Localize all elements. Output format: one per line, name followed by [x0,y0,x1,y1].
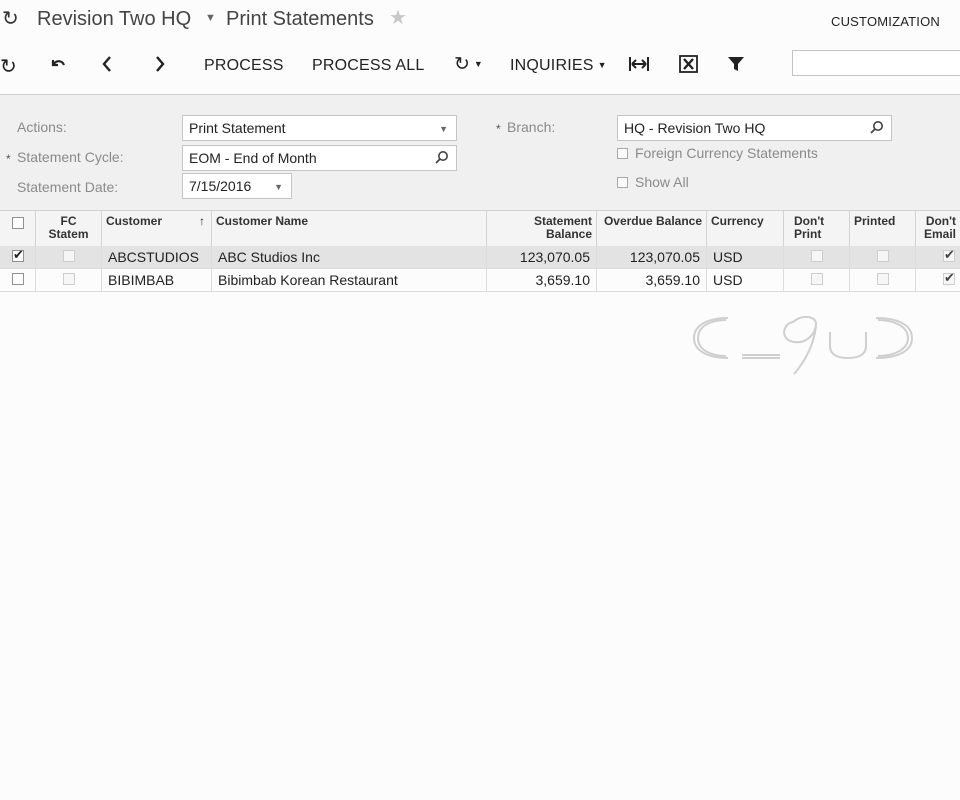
customer-name-cell: ABC Studios Inc [212,246,487,269]
required-marker: * [496,122,501,136]
foreign-currency-label: Foreign Currency Statements [635,145,818,161]
filter-form: Actions: Print Statement ▼ * Statement C… [0,94,960,211]
actions-value: Print Statement [189,120,286,136]
select-all-checkbox[interactable] [12,217,24,229]
chevron-down-icon: ▼ [274,182,283,192]
statement-date-picker[interactable]: 7/15/2016 ▼ [182,173,292,199]
fc-statement-checkbox [63,250,75,262]
currency-cell: USD [707,246,784,269]
customer-cell[interactable]: ABCSTUDIOS [102,246,212,269]
title-bar: ↻ Revision Two HQ ▼ Print Statements ★ C… [0,0,960,40]
customization-menu[interactable]: CUSTOMIZATION [831,14,940,29]
branch-label: Branch: [507,119,556,135]
filter-icon[interactable] [727,55,745,78]
company-selector[interactable]: Revision Two HQ [37,8,191,31]
actions-label: Actions: [17,119,67,135]
col-printed[interactable]: Printed [850,211,916,247]
dont-print-checkbox [811,273,823,285]
col-dont-email[interactable]: Don't Email [916,211,960,247]
sort-asc-icon: ↑ [199,214,205,228]
fc-statement-cell [36,269,102,292]
table-row[interactable]: BIBIMBAB Bibimbab Korean Restaurant 3,65… [0,269,960,292]
row-select-cell [0,269,36,292]
statement-balance-cell: 3,659.10 [487,269,597,292]
col-customer[interactable]: Customer ↑ [102,211,212,247]
branch-selector[interactable]: HQ - Revision Two HQ [617,115,892,141]
statement-date-label: Statement Date: [17,179,119,195]
dont-print-cell [784,246,850,269]
search-input[interactable] [792,50,960,76]
dont-email-checkbox: ✔ [943,270,955,285]
statement-date-value: 7/15/2016 [189,178,252,194]
row-select-checkbox[interactable]: ✔ [12,247,24,262]
company-dropdown-icon[interactable]: ▼ [205,12,216,24]
inquiries-menu[interactable]: INQUIRIES ▼ [510,57,607,75]
statement-balance-cell: 123,070.05 [487,246,597,269]
dont-print-cell [784,269,850,292]
customer-name-cell: Bibimbab Korean Restaurant [212,269,487,292]
chevron-down-icon: ▼ [439,124,448,134]
show-all-checkbox[interactable] [617,177,628,188]
printed-checkbox [877,250,889,262]
dont-email-cell: ✔ [916,246,960,269]
col-dont-print[interactable]: Don't Print [784,211,850,247]
cloud9-logo [690,310,920,380]
fit-columns-icon[interactable] [628,55,650,78]
required-marker: * [6,152,11,166]
overdue-balance-cell: 3,659.10 [597,269,707,292]
process-button[interactable]: PROCESS [204,57,284,75]
chevron-right-icon[interactable] [153,54,167,79]
foreign-currency-checkbox[interactable] [617,148,628,159]
col-customer-label: Customer [106,214,163,228]
search-icon[interactable] [867,117,887,139]
col-overdue-balance[interactable]: Overdue Balance [597,211,707,247]
schedule-icon[interactable]: ↻ ▼ [454,53,483,76]
col-customer-name[interactable]: Customer Name [212,211,487,247]
row-select-checkbox[interactable] [12,273,24,285]
dont-print-checkbox [811,250,823,262]
undo-icon[interactable] [48,54,68,79]
star-icon[interactable]: ★ [389,5,407,30]
actions-dropdown[interactable]: Print Statement ▼ [182,115,457,141]
currency-cell: USD [707,269,784,292]
process-all-button[interactable]: PROCESS ALL [312,57,424,75]
page-title: Print Statements [226,8,374,30]
col-fc-statement[interactable]: FC Statem [36,211,102,247]
printed-checkbox [877,273,889,285]
chevron-left-icon[interactable] [100,54,114,79]
fc-statement-cell [36,246,102,269]
statement-cycle-value: EOM - End of Month [189,150,317,166]
branch-value: HQ - Revision Two HQ [624,120,766,136]
refresh-icon[interactable]: ↻ [2,6,19,31]
toolbar: ↻ PROCESS PROCESS ALL ↻ ▼ INQUIRIES ▼ [0,40,960,94]
row-select-cell: ✔ [0,246,36,269]
col-statement-balance[interactable]: Statement Balance [487,211,597,247]
show-all-label: Show All [635,174,689,190]
grid-header: FC Statem Customer ↑ Customer Name State… [0,210,960,248]
export-excel-icon[interactable] [679,55,699,78]
dont-email-cell: ✔ [916,269,960,292]
printed-cell [850,269,916,292]
dont-email-checkbox: ✔ [943,247,955,262]
refresh-icon[interactable]: ↻ [0,54,17,79]
col-currency[interactable]: Currency [707,211,784,247]
overdue-balance-cell: 123,070.05 [597,246,707,269]
table-row[interactable]: ✔ ABCSTUDIOS ABC Studios Inc 123,070.05 … [0,246,960,269]
search-icon[interactable] [432,147,452,169]
fc-statement-checkbox [63,273,75,285]
statement-cycle-selector[interactable]: EOM - End of Month [182,145,457,171]
customer-cell[interactable]: BIBIMBAB [102,269,212,292]
statement-cycle-label: Statement Cycle: [17,149,124,165]
printed-cell [850,246,916,269]
select-all-header [0,211,36,247]
